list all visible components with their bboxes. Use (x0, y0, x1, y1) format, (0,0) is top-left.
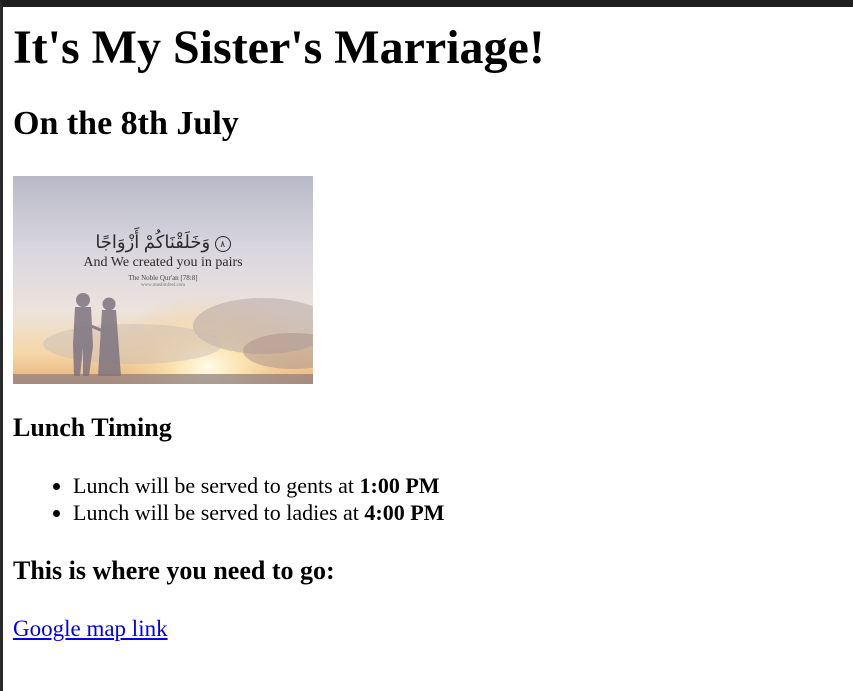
google-map-link[interactable]: Google map link (13, 615, 168, 642)
arabic-verse-text: وَخَلَقْنَاكُمْ أَزْوَاجًا ٨ (13, 232, 313, 252)
page-subtitle: On the 8th July (13, 105, 239, 142)
quran-verse-image: وَخَلَقْنَاكُمْ أَزْوَاجًا ٨ And We crea… (13, 176, 313, 384)
verse-number-badge: ٨ (214, 235, 231, 252)
lunch-heading: Lunch Timing (13, 413, 172, 442)
verse-source: The Noble Qur'an [78:8] (128, 274, 198, 282)
list-item: Lunch will be served to ladies at 4:00 P… (13, 499, 853, 526)
list-item: Lunch will be served to gents at 1:00 PM (13, 472, 853, 499)
page-content: It's My Sister's Marriage! On the 8th Ju… (3, 7, 853, 642)
english-verse-text: And We created you in pairs (83, 255, 243, 270)
browser-viewport: It's My Sister's Marriage! On the 8th Ju… (0, 0, 853, 691)
lunch-time: 1:00 PM (359, 473, 440, 498)
verse-overlay: وَخَلَقْنَاكُمْ أَزْوَاجًا ٨ And We crea… (13, 232, 313, 289)
lunch-time: 4:00 PM (364, 500, 445, 525)
page-title: It's My Sister's Marriage! (13, 21, 545, 74)
image-watermark: www.muslimfeel.com (140, 283, 186, 288)
location-heading: This is where you need to go: (13, 556, 335, 585)
lunch-list: Lunch will be served to gents at 1:00 PM… (13, 472, 853, 526)
